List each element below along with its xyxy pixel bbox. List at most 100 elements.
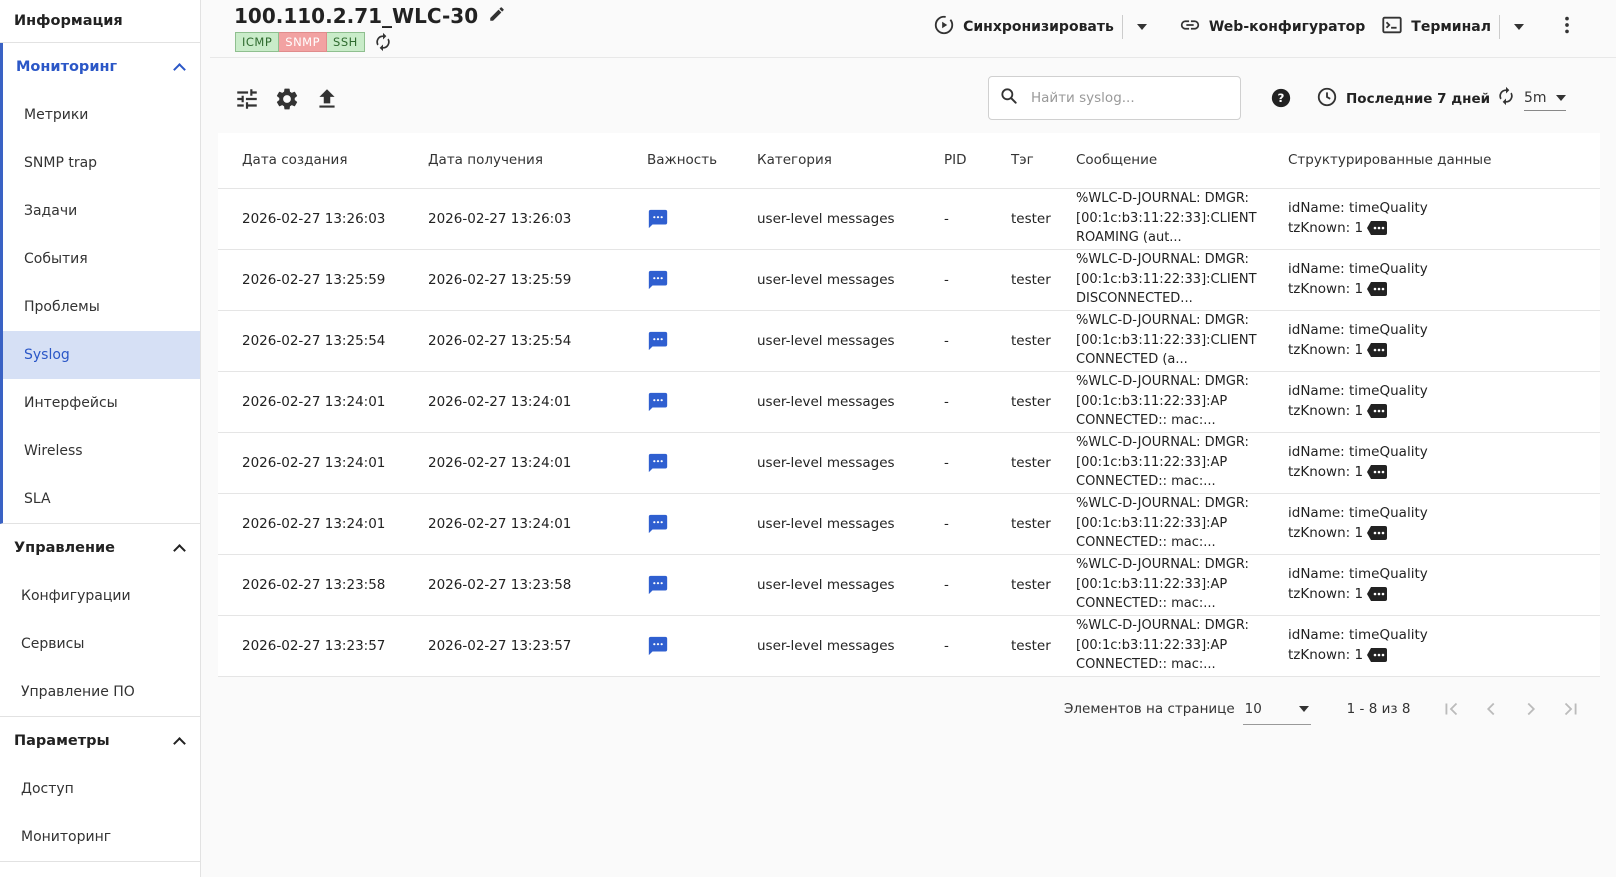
per-page-label: Элементов на странице [1064,701,1235,717]
sidebar-group-management-header[interactable]: Управление [0,524,200,572]
sync-button[interactable]: Синхронизировать [933,14,1114,40]
header-actions: Синхронизировать Web-конфигуратор Термин… [933,0,1616,54]
cell-category: user-level messages [733,554,920,616]
sidebar-item-interfaces[interactable]: Интерфейсы [3,379,200,427]
sidebar-item-configurations[interactable]: Конфигурации [0,572,200,620]
sidebar-item-sla[interactable]: SLA [3,475,200,523]
column-header-pid[interactable]: PID [920,133,987,189]
table-row[interactable]: 2026-02-27 13:24:01 2026-02-27 13:24:01 … [218,371,1600,433]
cell-pid: - [920,371,987,433]
more-horizontal-icon[interactable] [1367,464,1388,479]
sidebar-item-wireless[interactable]: Wireless [3,427,200,475]
table-row[interactable]: 2026-02-27 13:26:03 2026-02-27 13:26:03 … [218,188,1600,250]
sidebar-group-monitoring-header[interactable]: Мониторинг [3,43,200,91]
sidebar-item-software[interactable]: Управление ПО [0,668,200,716]
received-value: 2026-02-27 13:25:54 [428,332,572,349]
divider [1499,15,1500,39]
sidebar-item-events[interactable]: События [3,235,200,283]
message-value: %WLC-D-JOURNAL: DMGR: [00:1c:b3:11:22:33… [1076,618,1249,673]
terminal-button[interactable]: Терминал [1381,14,1491,40]
sync-play-icon [933,14,955,40]
sidebar-item-label: SLA [24,491,51,507]
message-info-icon [647,635,733,657]
column-header-structured-data[interactable]: Структурированные данные [1264,133,1600,189]
first-page-icon[interactable] [1440,698,1462,720]
table-row[interactable]: 2026-02-27 13:25:54 2026-02-27 13:25:54 … [218,310,1600,372]
period-selector[interactable]: Последние 7 дней [1316,86,1490,112]
sidebar-group-parameters-header[interactable]: Параметры [0,717,200,765]
cell-severity [623,371,733,433]
cell-message: %WLC-D-JOURNAL: DMGR: [00:1c:b3:11:22:33… [1052,371,1264,433]
sidebar-item-access[interactable]: Доступ [0,765,200,813]
more-horizontal-icon[interactable] [1367,647,1388,662]
cell-created: 2026-02-27 13:23:58 [218,554,404,616]
column-header-message[interactable]: Сообщение [1052,133,1264,189]
web-config-button[interactable]: Web-конфигуратор [1179,14,1365,40]
column-header-tag[interactable]: Тэг [987,133,1052,189]
upload-icon[interactable] [314,86,340,112]
gear-icon[interactable] [274,86,300,112]
column-header-severity[interactable]: Важность [623,133,733,189]
sd-line: tzKnown: 1 [1288,341,1600,361]
column-header-category[interactable]: Категория [733,133,920,189]
cell-category: user-level messages [733,493,920,555]
more-button[interactable] [1556,16,1578,38]
more-horizontal-icon[interactable] [1367,403,1388,418]
sidebar-item-label: Доступ [21,781,74,797]
help-circle-icon[interactable]: ? [1270,87,1292,109]
cell-tag: tester [987,615,1052,677]
more-horizontal-icon[interactable] [1367,525,1388,540]
last-page-icon[interactable] [1560,698,1582,720]
sidebar-item-tasks[interactable]: Задачи [3,187,200,235]
refresh-icon[interactable] [373,32,393,52]
sidebar-item-services[interactable]: Сервисы [0,620,200,668]
category-value: user-level messages [757,332,895,349]
pencil-icon[interactable] [488,4,506,28]
refresh-icon[interactable] [1496,86,1516,110]
sidebar-group-management: Управление Конфигурации Сервисы Управлен… [0,524,200,717]
more-horizontal-icon[interactable] [1367,281,1388,296]
sidebar-item-label: Интерфейсы [24,395,118,411]
sidebar-group-title: Мониторинг [16,59,118,75]
cell-received: 2026-02-27 13:25:59 [404,249,623,311]
sidebar-item-snmp-trap[interactable]: SNMP trap [3,139,200,187]
more-horizontal-icon[interactable] [1367,342,1388,357]
more-horizontal-icon[interactable] [1367,220,1388,235]
column-header-received[interactable]: Дата получения [404,133,623,189]
received-value: 2026-02-27 13:23:57 [428,637,572,654]
table-row[interactable]: 2026-02-27 13:25:59 2026-02-27 13:25:59 … [218,249,1600,311]
sidebar-item-label: Wireless [24,443,83,459]
sd-line: idName: timeQuality [1288,505,1428,521]
terminal-dropdown-button[interactable] [1508,16,1530,38]
column-header-created[interactable]: Дата создания [218,133,404,189]
syslog-search [988,76,1241,120]
sidebar-item-syslog[interactable]: Syslog [3,331,200,379]
cell-pid: - [920,493,987,555]
sync-dropdown-button[interactable] [1131,16,1153,38]
message-info-icon [647,269,733,291]
sidebar-item-problems[interactable]: Проблемы [3,283,200,331]
next-page-icon[interactable] [1520,698,1542,720]
refresh-interval-select[interactable]: 5m [1524,85,1566,111]
sidebar-info[interactable]: Информация [0,0,200,43]
sidebar-item-metrics[interactable]: Метрики [3,91,200,139]
table-row[interactable]: 2026-02-27 13:23:57 2026-02-27 13:23:57 … [218,615,1600,677]
cell-pid: - [920,615,987,677]
cell-structured-data: idName: timeQuality tzKnown: 1 [1264,188,1600,250]
previous-page-icon[interactable] [1480,698,1502,720]
created-value: 2026-02-27 13:23:57 [242,637,386,654]
sd-value: tzKnown: 1 [1288,402,1364,419]
tag-value: tester [1011,332,1051,349]
more-horizontal-icon[interactable] [1367,586,1388,601]
table-row[interactable]: 2026-02-27 13:23:58 2026-02-27 13:23:58 … [218,554,1600,616]
table-row[interactable]: 2026-02-27 13:24:01 2026-02-27 13:24:01 … [218,432,1600,494]
sidebar-item-label: Syslog [24,347,70,363]
search-input[interactable] [1031,90,1221,106]
per-page-select[interactable]: 10 [1242,693,1311,725]
cell-received: 2026-02-27 13:23:57 [404,615,623,677]
sd-value: tzKnown: 1 [1288,280,1364,297]
sidebar-item-monitoring-params[interactable]: Мониторинг [0,813,200,861]
table-row[interactable]: 2026-02-27 13:24:01 2026-02-27 13:24:01 … [218,493,1600,555]
cell-category: user-level messages [733,432,920,494]
tune-icon[interactable] [234,86,260,112]
